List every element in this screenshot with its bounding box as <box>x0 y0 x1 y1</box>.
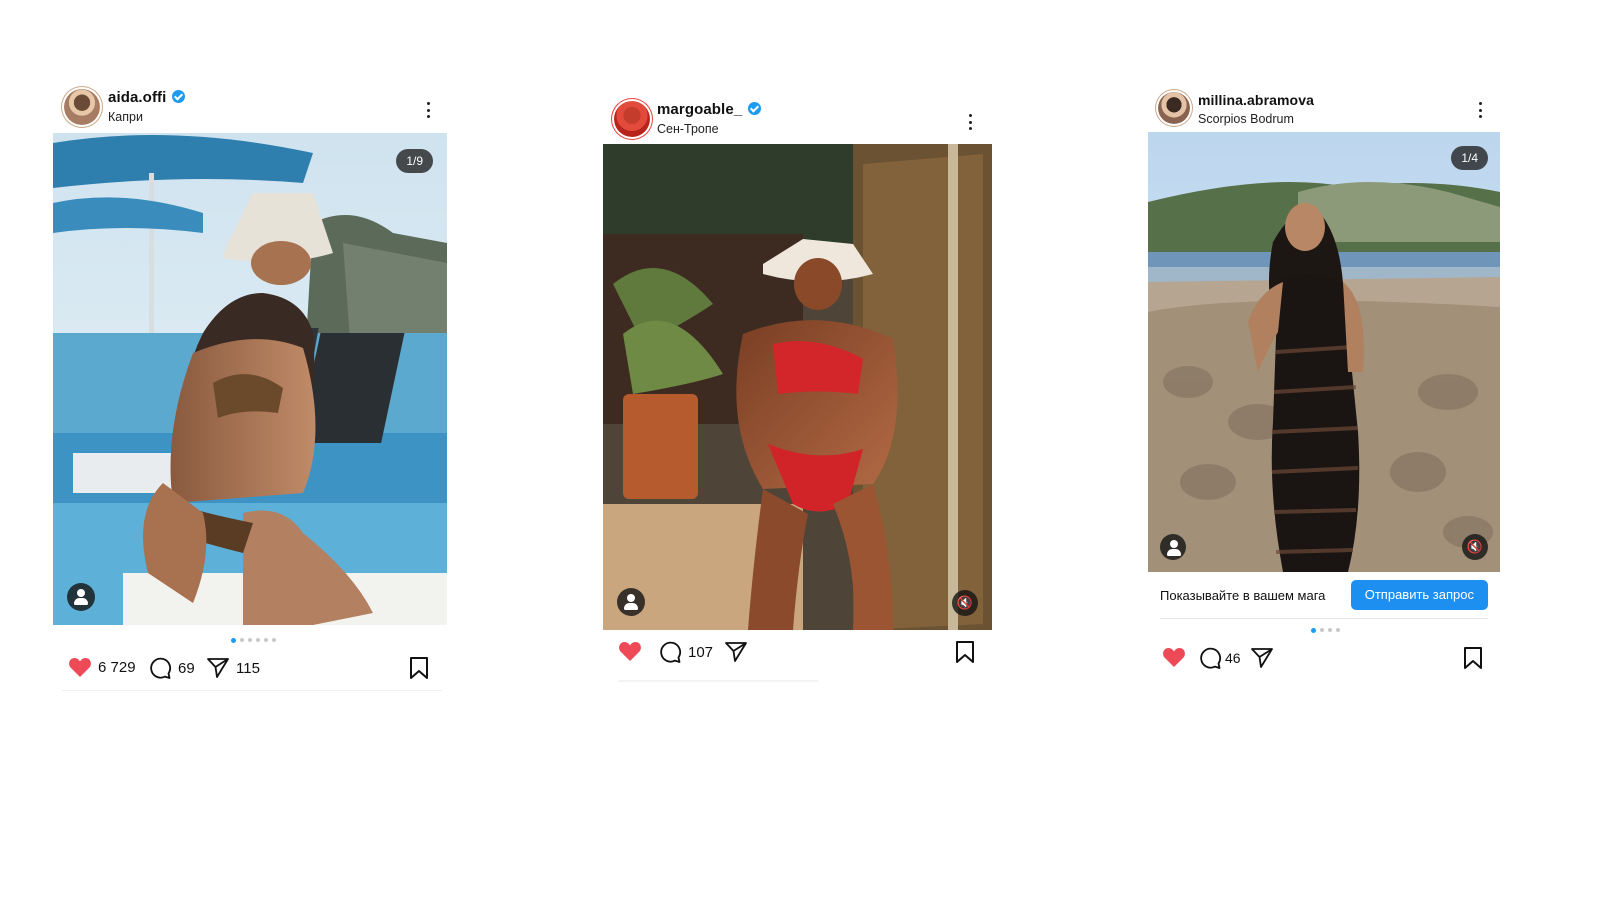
comment-count: 69 <box>178 659 195 677</box>
post-actions: 46 <box>1148 644 1500 674</box>
location-link[interactable]: Scorpios Bodrum <box>1198 112 1294 126</box>
mute-icon[interactable]: 🔇 <box>952 590 978 616</box>
like-button[interactable]: 6 729 <box>68 656 136 678</box>
user-tag-icon[interactable] <box>67 583 95 611</box>
username-text[interactable]: aida.offi <box>108 89 166 106</box>
share-button[interactable]: 115 <box>206 656 260 680</box>
heart-icon <box>69 658 91 677</box>
post-header: aida.offi Капри <box>52 86 452 130</box>
user-tag-icon[interactable] <box>1160 534 1186 560</box>
like-button[interactable] <box>1162 646 1186 668</box>
username-link[interactable]: aida.offi <box>108 89 186 106</box>
comment-icon <box>660 641 682 663</box>
post-header: margoable_ Сен-Тропе <box>602 98 994 142</box>
location-link[interactable]: Сен-Тропе <box>657 122 719 136</box>
heart-icon <box>619 642 641 661</box>
share-button[interactable] <box>1250 646 1274 670</box>
comment-count: 107 <box>688 643 714 661</box>
location-link[interactable]: Капри <box>108 110 143 124</box>
comment-icon <box>1200 647 1222 669</box>
kebab-icon[interactable] <box>1470 98 1490 122</box>
comment-icon <box>150 657 172 679</box>
photo-illustration <box>53 133 447 625</box>
username-text[interactable]: margoable_ <box>657 101 742 118</box>
post-card-millina: millina.abramova Scorpios Bodrum 1/4 🔇 П… <box>1148 82 1500 682</box>
share-icon <box>725 642 747 662</box>
carousel-dots <box>1311 627 1340 633</box>
post-header: millina.abramova Scorpios Bodrum <box>1148 90 1500 134</box>
comment-button[interactable]: 107 <box>658 640 713 664</box>
kebab-icon[interactable] <box>418 98 438 122</box>
kebab-icon[interactable] <box>960 110 980 134</box>
share-icon <box>207 658 229 678</box>
photo-illustration <box>603 144 992 630</box>
heart-icon <box>1163 648 1185 667</box>
share-icon <box>1251 648 1273 668</box>
post-photo[interactable]: 1/4 🔇 <box>1148 132 1500 572</box>
username-link[interactable]: millina.abramova <box>1198 92 1314 108</box>
divider <box>62 690 442 691</box>
avatar[interactable] <box>64 89 100 125</box>
post-photo[interactable]: 1/9 <box>53 133 447 625</box>
user-tag-icon[interactable] <box>617 588 645 616</box>
mute-icon[interactable]: 🔇 <box>1462 534 1488 560</box>
avatar[interactable] <box>614 101 650 137</box>
bookmark-icon[interactable] <box>1462 646 1484 670</box>
share-count: 115 <box>236 659 260 677</box>
comment-button[interactable]: 69 <box>148 656 195 680</box>
verified-icon <box>172 90 186 103</box>
bookmark-icon[interactable] <box>408 656 430 680</box>
post-card-margo: margoable_ Сен-Тропе 🔇 107 <box>602 92 994 692</box>
carousel-counter: 1/9 <box>396 149 433 173</box>
send-request-button[interactable]: Отправить запрос <box>1350 580 1488 610</box>
username-text[interactable]: millina.abramova <box>1198 92 1314 108</box>
divider <box>1160 618 1488 619</box>
bookmark-icon[interactable] <box>954 640 976 664</box>
promo-bar: Показывайте в вашем мага Отправить запро… <box>1148 580 1500 612</box>
username-link[interactable]: margoable_ <box>657 101 762 118</box>
comment-button[interactable]: 46 <box>1198 646 1241 670</box>
share-button[interactable] <box>724 640 748 664</box>
comment-count: 46 <box>1225 650 1241 666</box>
avatar[interactable] <box>1158 92 1190 124</box>
like-count: 6 729 <box>98 658 136 676</box>
post-photo[interactable]: 🔇 <box>603 144 992 630</box>
caption-fade <box>618 680 818 682</box>
like-button[interactable] <box>618 640 642 662</box>
post-actions: 6 729 69 115 <box>52 654 452 684</box>
photo-illustration <box>1148 132 1500 572</box>
carousel-counter: 1/4 <box>1451 146 1488 170</box>
carousel-dots <box>231 637 276 643</box>
promo-text: Показывайте в вашем мага <box>1160 588 1326 603</box>
post-actions: 107 <box>602 638 994 668</box>
verified-icon <box>748 102 762 115</box>
post-card-aida: aida.offi Капри 1/9 6 729 69 115 <box>52 80 452 700</box>
